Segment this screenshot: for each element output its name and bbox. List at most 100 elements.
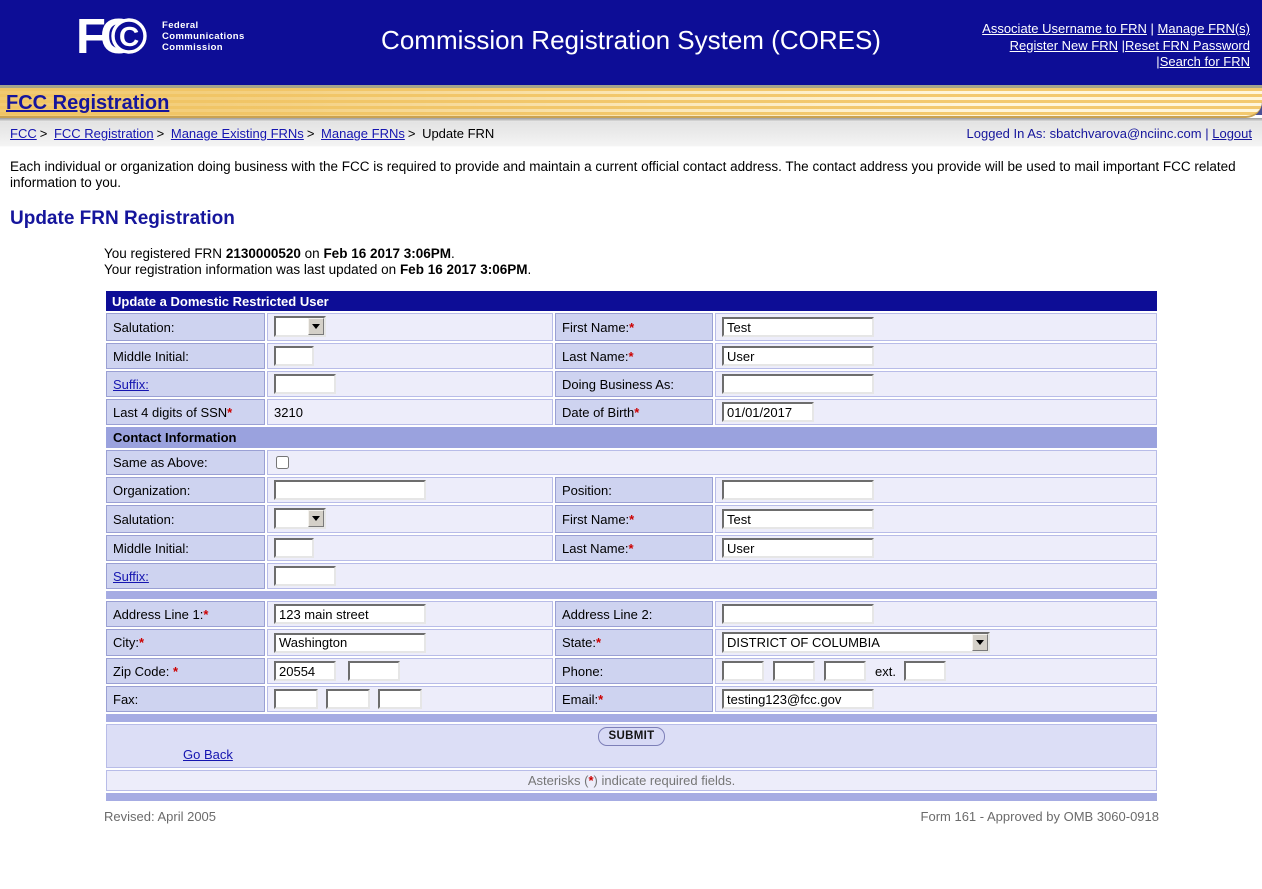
- manage-frns-link[interactable]: Manage FRN(s): [1158, 21, 1250, 36]
- updated-date: Feb 16 2017 3:06PM: [400, 262, 528, 277]
- gold-banner: FCC Registration: [0, 85, 1262, 118]
- state-select[interactable]: DISTRICT OF COLUMBIA: [722, 632, 990, 653]
- registration-info: You registered FRN 2130000520 on Feb 16 …: [104, 246, 1262, 278]
- go-back-link[interactable]: Go Back: [183, 747, 233, 762]
- nav-separator: |: [1151, 21, 1154, 36]
- separator-band: [106, 714, 1157, 722]
- search-for-frn-link[interactable]: Search for FRN: [1160, 54, 1250, 69]
- first-name-input[interactable]: [722, 317, 874, 337]
- middle-initial-input[interactable]: [274, 346, 314, 366]
- phone-area-input[interactable]: [722, 661, 764, 681]
- table-row: Fax: Email:*: [106, 686, 1157, 712]
- svg-text:C: C: [119, 21, 139, 52]
- contact-middle-initial-input[interactable]: [274, 538, 314, 558]
- breadcrumb-separator: >: [157, 126, 165, 141]
- register-new-frn-link[interactable]: Register New FRN: [1010, 38, 1118, 53]
- same-as-above-checkbox[interactable]: [276, 456, 289, 469]
- fax-line-input[interactable]: [378, 689, 422, 709]
- zip-plus4-input[interactable]: [348, 661, 400, 681]
- footer-revised-text: Revised: April 2005: [104, 809, 216, 824]
- page-title: Update FRN Registration: [10, 208, 1262, 230]
- suffix-input[interactable]: [274, 374, 336, 394]
- ssn-label: Last 4 digits of SSN*: [106, 399, 265, 425]
- email-input[interactable]: [722, 689, 874, 709]
- table-row: Salutation: First Name:*: [106, 505, 1157, 533]
- required-asterisk: *: [629, 320, 634, 335]
- logged-in-status: Logged In As: sbatchvarova@nciinc.com | …: [967, 126, 1252, 141]
- table-row: City:* State:* DISTRICT OF COLUMBIA: [106, 629, 1157, 656]
- last-name-input[interactable]: [722, 346, 874, 366]
- fax-area-input[interactable]: [274, 689, 318, 709]
- associate-username-link[interactable]: Associate Username to FRN: [982, 21, 1147, 36]
- contact-first-name-label: First Name:*: [555, 505, 713, 533]
- logout-link[interactable]: Logout: [1212, 126, 1252, 141]
- breadcrumb-separator: >: [307, 126, 315, 141]
- contact-last-name-input[interactable]: [722, 538, 874, 558]
- breadcrumb-link-fcc-registration[interactable]: FCC Registration: [54, 126, 154, 141]
- zip-code-input[interactable]: [274, 661, 336, 681]
- required-asterisk: *: [634, 405, 639, 420]
- form-section-header-domestic: Update a Domestic Restricted User: [106, 291, 1157, 311]
- date-of-birth-input[interactable]: [722, 402, 814, 422]
- contact-salutation-select[interactable]: [274, 508, 326, 529]
- contact-middle-initial-label: Middle Initial:: [106, 535, 265, 561]
- top-banner: F C C Federal Communications Commission …: [0, 0, 1262, 85]
- form-section-header-contact: Contact Information: [106, 427, 1157, 448]
- contact-suffix-link[interactable]: Suffix:: [113, 569, 149, 584]
- salutation-select[interactable]: [274, 316, 326, 337]
- address-line-2-input[interactable]: [722, 604, 874, 624]
- email-label: Email:*: [555, 686, 713, 712]
- first-name-label: First Name:*: [555, 313, 713, 341]
- suffix-link[interactable]: Suffix:: [113, 377, 149, 392]
- phone-line-input[interactable]: [824, 661, 866, 681]
- last-name-label: Last Name:*: [555, 343, 713, 369]
- table-row: Middle Initial: Last Name:*: [106, 343, 1157, 369]
- city-label: City:*: [106, 629, 265, 656]
- reset-frn-password-link[interactable]: Reset FRN Password: [1125, 38, 1250, 53]
- required-asterisk: *: [628, 541, 633, 556]
- fcc-logo-icon: F C C: [78, 13, 150, 59]
- position-label: Position:: [555, 477, 713, 503]
- phone-prefix-input[interactable]: [773, 661, 815, 681]
- intro-text: Each individual or organization doing bu…: [10, 159, 1252, 191]
- contact-salutation-label: Salutation:: [106, 505, 265, 533]
- chevron-down-icon: [972, 634, 988, 651]
- header-nav-line-2: Register New FRN |Reset FRN Password: [982, 38, 1250, 55]
- required-asterisk: *: [596, 635, 601, 650]
- middle-initial-label: Middle Initial:: [106, 343, 265, 369]
- breadcrumb-link-fcc[interactable]: FCC: [10, 126, 37, 141]
- table-row: Organization: Position:: [106, 477, 1157, 503]
- ssn-value: 3210: [267, 399, 553, 425]
- app-title: Commission Registration System (CORES): [381, 25, 881, 56]
- frn-number: 2130000520: [226, 246, 301, 261]
- address-line-1-input[interactable]: [274, 604, 426, 624]
- updated-prefix: Your registration information was last u…: [104, 262, 400, 277]
- contact-first-name-input[interactable]: [722, 509, 874, 529]
- header-nav-line-3: |Search for FRN: [982, 54, 1250, 71]
- position-input[interactable]: [722, 480, 874, 500]
- update-frn-form: Update a Domestic Restricted User Saluta…: [104, 289, 1159, 803]
- agency-line-3: Commission: [162, 42, 245, 53]
- agency-line-2: Communications: [162, 31, 245, 42]
- ext-label: ext.: [875, 664, 896, 679]
- breadcrumb-link-manage-existing-frns[interactable]: Manage Existing FRNs: [171, 126, 304, 141]
- contact-salutation-select-value: [276, 510, 308, 527]
- salutation-select-value: [276, 318, 308, 335]
- breadcrumb-link-manage-frns[interactable]: Manage FRNs: [321, 126, 405, 141]
- organization-label: Organization:: [106, 477, 265, 503]
- separator-band: [106, 793, 1157, 801]
- required-asterisk: *: [628, 349, 633, 364]
- phone-label: Phone:: [555, 658, 713, 684]
- required-asterisk: *: [173, 664, 178, 679]
- fcc-logo-block: F C C Federal Communications Commission: [78, 13, 245, 59]
- doing-business-as-input[interactable]: [722, 374, 874, 394]
- section-banner-title: FCC Registration: [6, 92, 169, 115]
- submit-button[interactable]: SUBMIT: [598, 727, 666, 746]
- state-select-value: DISTRICT OF COLUMBIA: [724, 634, 972, 651]
- fax-prefix-input[interactable]: [326, 689, 370, 709]
- same-as-above-label: Same as Above:: [106, 450, 265, 475]
- contact-suffix-input[interactable]: [274, 566, 336, 586]
- phone-ext-input[interactable]: [904, 661, 946, 681]
- city-input[interactable]: [274, 633, 426, 653]
- organization-input[interactable]: [274, 480, 426, 500]
